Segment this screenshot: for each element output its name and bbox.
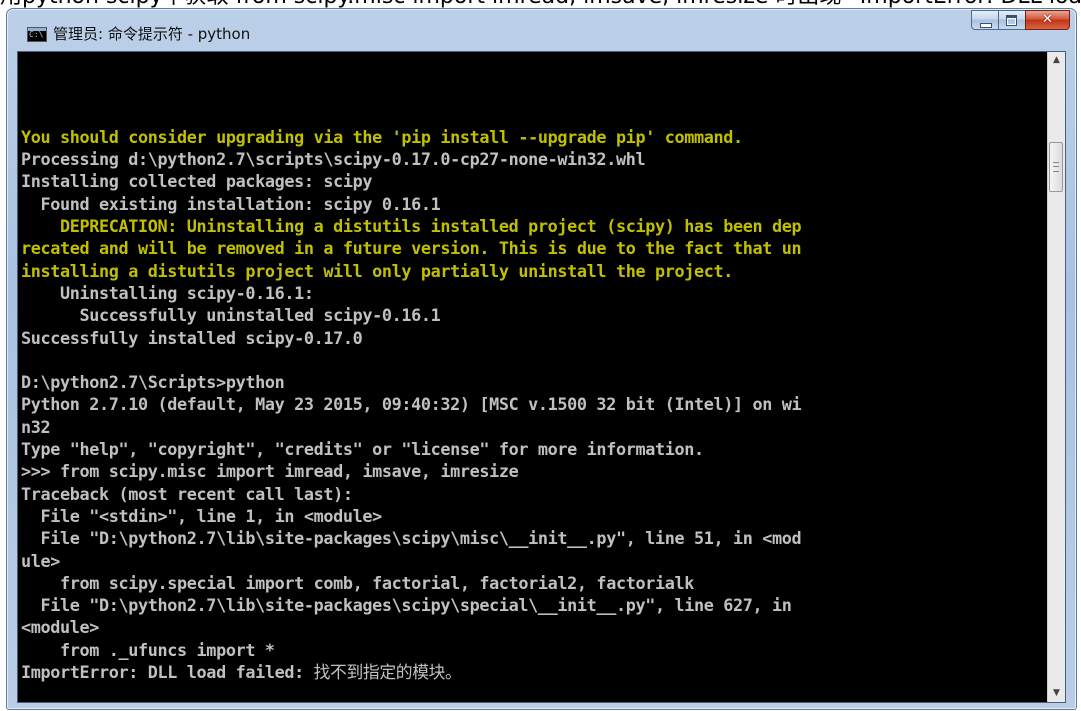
- console-line: Installing collected packages: scipy: [21, 171, 373, 192]
- console-line: File "<stdin>", line 1, in <module>: [21, 505, 383, 526]
- console-line-error: ImportError: DLL load failed: 找不到指定的模块。: [21, 661, 1048, 683]
- console-line: DEPRECATION: Uninstalling a distutils in…: [21, 216, 802, 237]
- console-line: Found existing installation: scipy 0.16.…: [21, 193, 441, 214]
- console-line: >>> from scipy.misc import imread, imsav…: [21, 461, 519, 482]
- console-line: Traceback (most recent call last):: [21, 483, 353, 504]
- console-line: D:\python2.7\Scripts>python: [21, 372, 285, 393]
- scroll-down-button[interactable]: ▼: [1048, 685, 1065, 702]
- error-prefix: ImportError: DLL load failed:: [21, 662, 314, 683]
- console-output[interactable]: You should consider upgrading via the 'p…: [17, 51, 1066, 703]
- console-line: installing a distutils project will only…: [21, 260, 733, 281]
- console-line: Uninstalling scipy-0.16.1:: [21, 282, 314, 303]
- minimize-icon: [980, 23, 992, 28]
- error-message: 找不到指定的模块。: [313, 662, 462, 683]
- title-bar[interactable]: C:\ 管理员: 命令提示符 - python ✕: [7, 9, 1076, 51]
- console-line: File "D:\python2.7\lib\site-packages\sci…: [21, 528, 802, 549]
- grip-icon: [1053, 162, 1059, 172]
- minimize-button[interactable]: [971, 10, 998, 30]
- console-line: Python 2.7.10 (default, May 23 2015, 09:…: [21, 394, 802, 415]
- scroll-up-icon: ▲: [1053, 55, 1060, 65]
- window-title: 管理员: 命令提示符 - python: [53, 25, 251, 43]
- console-line: File "D:\python2.7\lib\site-packages\sci…: [21, 595, 792, 616]
- console-text: You should consider upgrading via the 'p…: [21, 59, 1048, 702]
- close-button[interactable]: ✕: [1025, 10, 1070, 30]
- console-line: ule>: [21, 550, 61, 571]
- console-line: Successfully uninstalled scipy-0.16.1: [21, 305, 441, 326]
- scroll-up-button[interactable]: ▲: [1048, 52, 1065, 69]
- maximize-icon: [1006, 15, 1017, 26]
- scrollbar-thumb[interactable]: [1049, 142, 1063, 192]
- console-line: <module>: [21, 617, 100, 638]
- close-icon: ✕: [1042, 12, 1053, 27]
- console-line: Processing d:\python2.7\scripts\scipy-0.…: [21, 149, 646, 170]
- console-line: from ._ufuncs import *: [21, 639, 275, 660]
- command-prompt-window: C:\ 管理员: 命令提示符 - python ✕ You should con…: [6, 8, 1077, 710]
- console-line: Successfully installed scipy-0.17.0: [21, 327, 363, 348]
- window-controls: ✕: [971, 10, 1070, 30]
- cmd-icon[interactable]: C:\: [27, 27, 47, 42]
- console-line: Type "help", "copyright", "credits" or "…: [21, 439, 704, 460]
- maximize-button[interactable]: [998, 10, 1025, 30]
- console-line: n32: [21, 416, 51, 437]
- console-line: You should consider upgrading via the 'p…: [21, 126, 743, 147]
- scroll-down-icon: ▼: [1053, 688, 1060, 698]
- console-line: recated and will be removed in a future …: [21, 238, 802, 259]
- vertical-scrollbar[interactable]: ▲ ▼: [1047, 52, 1065, 702]
- console-line: from scipy.special import comb, factoria…: [21, 572, 694, 593]
